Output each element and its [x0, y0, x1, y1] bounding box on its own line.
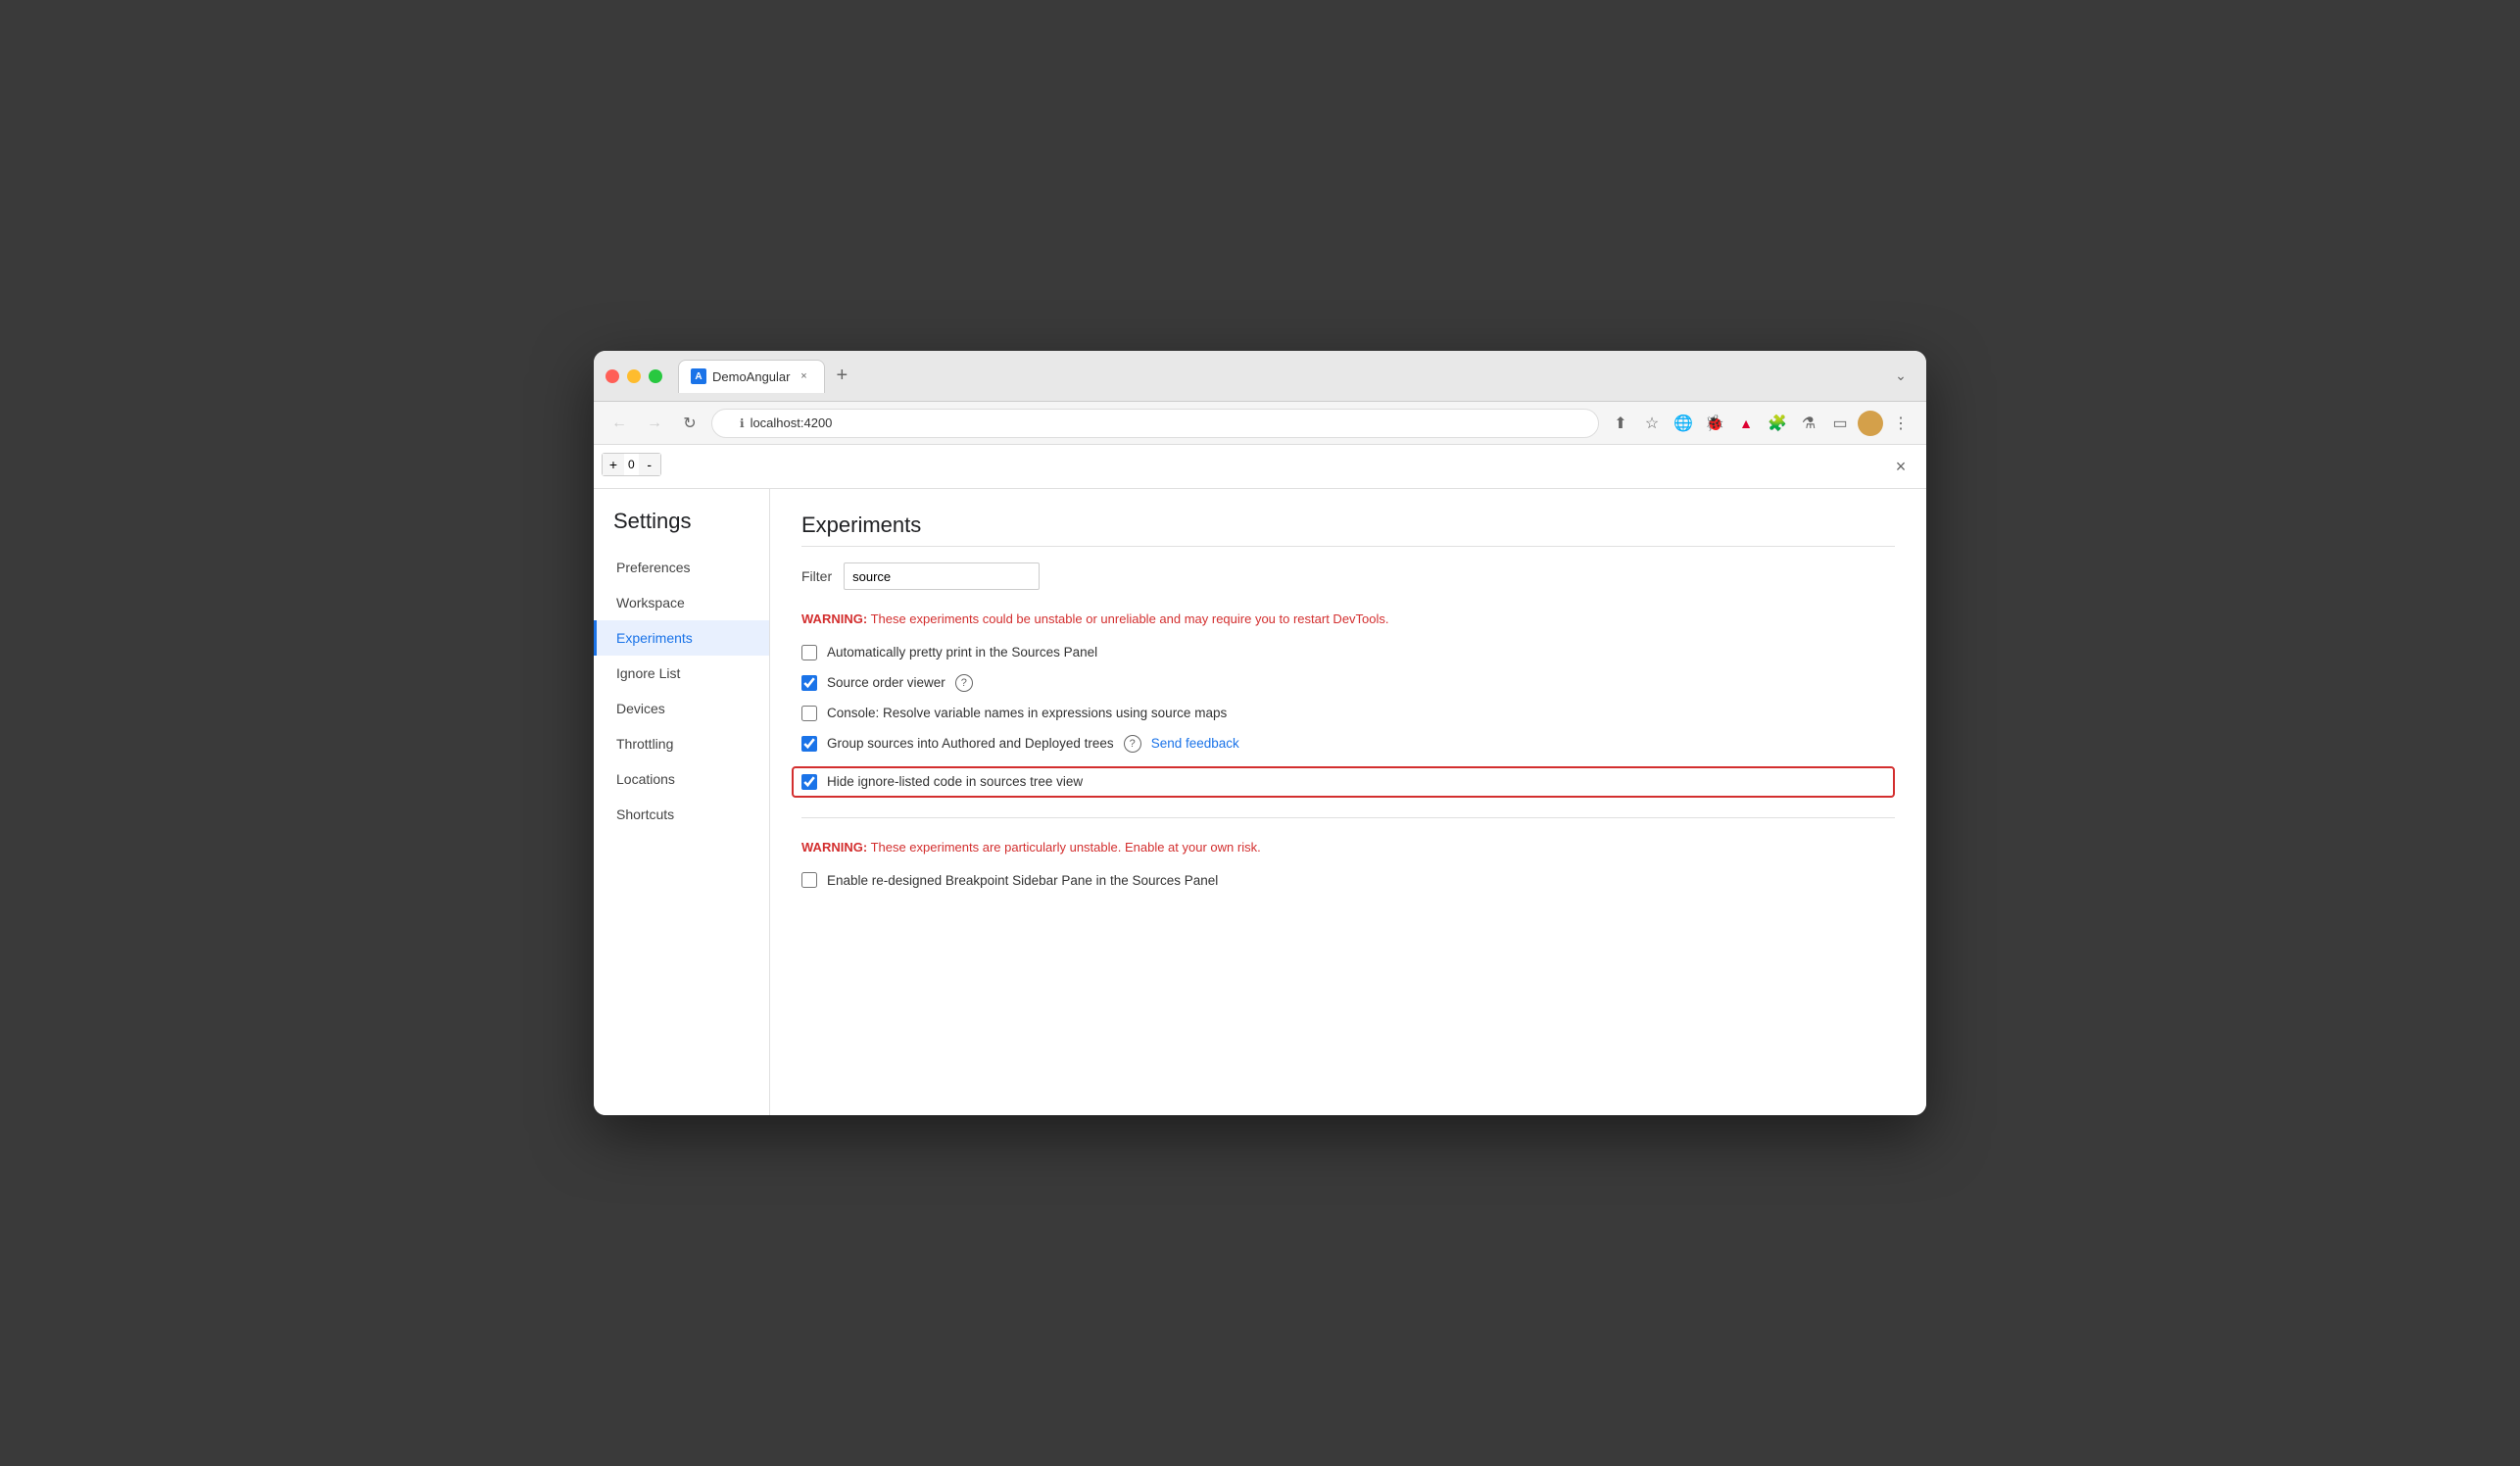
tab-favicon: A: [691, 368, 706, 384]
settings-sidebar-title: Settings: [594, 509, 769, 550]
filter-label: Filter: [801, 568, 832, 584]
experiment-group-sources: Group sources into Authored and Deployed…: [801, 735, 1895, 753]
counter-widget: + 0 -: [602, 453, 661, 476]
section-title: Experiments: [801, 513, 1895, 547]
settings-close-button[interactable]: ×: [1887, 453, 1914, 480]
settings-main: Experiments Filter WARNING: These experi…: [770, 489, 1926, 1115]
counter-minus-button[interactable]: -: [639, 454, 660, 475]
address-bar[interactable]: ℹ localhost:4200: [711, 409, 1599, 438]
sidebar-item-experiments[interactable]: Experiments: [594, 620, 769, 656]
warning-2-text: These experiments are particularly unsta…: [871, 840, 1261, 855]
back-button[interactable]: ←: [606, 410, 633, 437]
devtools-counter: + 0 -: [602, 453, 661, 476]
sidebar-item-ignore-list[interactable]: Ignore List: [594, 656, 769, 691]
experiment-hide-ignore: Hide ignore-listed code in sources tree …: [792, 766, 1895, 798]
experiment-console-resolve: Console: Resolve variable names in expre…: [801, 706, 1895, 721]
counter-plus-button[interactable]: +: [603, 454, 624, 475]
forward-button[interactable]: →: [641, 410, 668, 437]
sidebar-item-workspace[interactable]: Workspace: [594, 585, 769, 620]
experiment-hide-ignore-label: Hide ignore-listed code in sources tree …: [827, 774, 1083, 789]
bookmark-icon[interactable]: ☆: [1638, 410, 1666, 437]
active-tab[interactable]: A DemoAngular ×: [678, 360, 825, 393]
sidebar-item-locations[interactable]: Locations: [594, 761, 769, 797]
maximize-window-button[interactable]: [649, 369, 662, 383]
experiment-group-sources-label: Group sources into Authored and Deployed…: [827, 736, 1114, 751]
experiment-pretty-print-label: Automatically pretty print in the Source…: [827, 645, 1097, 660]
warning-2: WARNING: These experiments are particula…: [801, 838, 1895, 857]
source-order-help-icon[interactable]: ?: [955, 674, 973, 692]
address-url: localhost:4200: [751, 415, 833, 430]
experiment-breakpoint-sidebar-checkbox[interactable]: [801, 872, 817, 888]
share-icon[interactable]: ⬆: [1607, 410, 1634, 437]
extensions-bug-icon[interactable]: 🐞: [1701, 410, 1728, 437]
warning-2-label: WARNING:: [801, 840, 867, 855]
experiment-pretty-print-checkbox[interactable]: [801, 645, 817, 660]
browser-content: + 0 - × Settings Preferences Workspace E…: [594, 445, 1926, 1115]
filter-input[interactable]: [844, 562, 1040, 590]
warning-1-text: These experiments could be unstable or u…: [871, 611, 1389, 626]
experiment-source-order-label: Source order viewer: [827, 675, 945, 690]
browser-titlebar: A DemoAngular × + ⌄: [594, 351, 1926, 402]
puzzle-icon[interactable]: 🧩: [1764, 410, 1791, 437]
new-tab-button[interactable]: +: [829, 361, 856, 391]
experiment-group-sources-checkbox[interactable]: [801, 736, 817, 752]
warning-1: WARNING: These experiments could be unst…: [801, 610, 1895, 629]
flask-icon[interactable]: ⚗: [1795, 410, 1822, 437]
profile-avatar[interactable]: [1858, 411, 1883, 436]
settings-sidebar: Settings Preferences Workspace Experimen…: [594, 489, 770, 1115]
experiment-console-resolve-checkbox[interactable]: [801, 706, 817, 721]
layout-icon[interactable]: ▭: [1826, 410, 1854, 437]
address-security-icon: ℹ: [740, 416, 745, 430]
filter-row: Filter: [801, 562, 1895, 590]
experiment-source-order: Source order viewer ?: [801, 674, 1895, 692]
experiment-breakpoint-sidebar-label: Enable re-designed Breakpoint Sidebar Pa…: [827, 873, 1218, 888]
experiment-console-resolve-label: Console: Resolve variable names in expre…: [827, 706, 1227, 720]
send-feedback-link[interactable]: Send feedback: [1151, 736, 1239, 751]
toolbar-actions: ⬆ ☆ 🌐 🐞 ▲ 🧩 ⚗ ▭ ⋮: [1607, 410, 1914, 437]
experiment-source-order-checkbox[interactable]: [801, 675, 817, 691]
settings-overlay: × Settings Preferences Workspace Experim…: [594, 445, 1926, 1115]
sidebar-item-throttling[interactable]: Throttling: [594, 726, 769, 761]
counter-value: 0: [624, 458, 639, 471]
tab-title: DemoAngular: [712, 369, 791, 384]
section-divider: [801, 817, 1895, 818]
settings-header-bar: ×: [594, 445, 1926, 489]
experiment-breakpoint-sidebar: Enable re-designed Breakpoint Sidebar Pa…: [801, 872, 1895, 888]
earth-icon[interactable]: 🌐: [1670, 410, 1697, 437]
tab-close-button[interactable]: ×: [797, 368, 812, 384]
minimize-window-button[interactable]: [627, 369, 641, 383]
angular-icon[interactable]: ▲: [1732, 410, 1760, 437]
experiment-hide-ignore-checkbox[interactable]: [801, 774, 817, 790]
sidebar-item-preferences[interactable]: Preferences: [594, 550, 769, 585]
menu-icon[interactable]: ⋮: [1887, 410, 1914, 437]
warning-1-label: WARNING:: [801, 611, 867, 626]
sidebar-item-devices[interactable]: Devices: [594, 691, 769, 726]
traffic-lights: [606, 369, 662, 383]
group-sources-help-icon[interactable]: ?: [1124, 735, 1141, 753]
close-window-button[interactable]: [606, 369, 619, 383]
reload-button[interactable]: ↻: [676, 410, 703, 437]
experiment-pretty-print: Automatically pretty print in the Source…: [801, 645, 1895, 660]
sidebar-item-shortcuts[interactable]: Shortcuts: [594, 797, 769, 832]
settings-body: Settings Preferences Workspace Experimen…: [594, 489, 1926, 1115]
browser-window: A DemoAngular × + ⌄ ← → ↻ ℹ localhost:42…: [594, 351, 1926, 1115]
window-menu-button[interactable]: ⌄: [1887, 363, 1914, 390]
browser-toolbar: ← → ↻ ℹ localhost:4200 ⬆ ☆ 🌐 🐞 ▲ 🧩 ⚗ ▭ ⋮: [594, 402, 1926, 445]
tab-bar: A DemoAngular × +: [678, 360, 1879, 393]
